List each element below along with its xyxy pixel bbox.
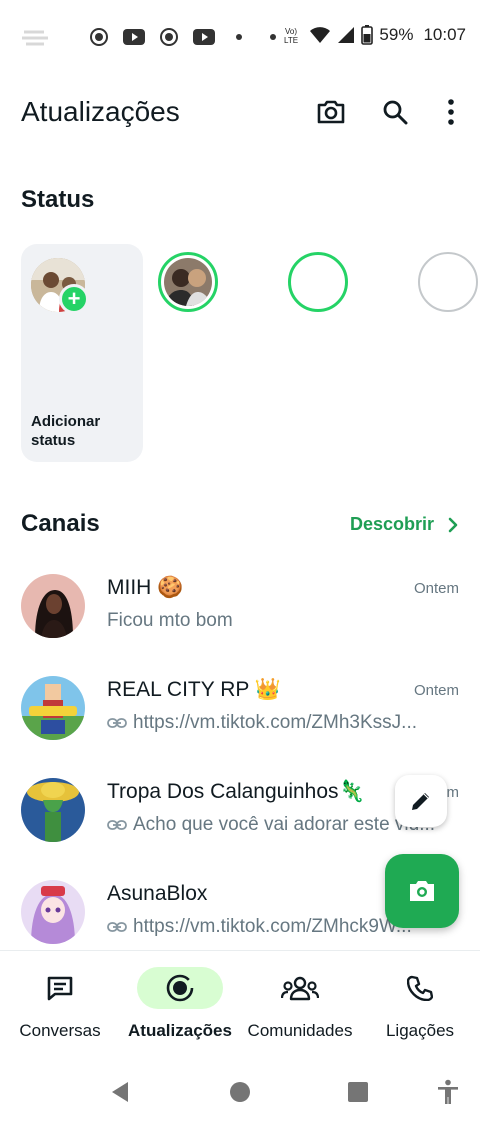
volte-icon: Vo)LTE xyxy=(284,27,298,45)
back-icon[interactable] xyxy=(106,1078,134,1106)
battery-level: 59% xyxy=(379,25,414,44)
top-app-bar: Atualizações xyxy=(0,88,480,136)
discover-label: Descobrir xyxy=(349,514,434,534)
channels-section-title: Canais xyxy=(21,510,100,537)
svg-text:Vo): Vo) xyxy=(285,27,297,36)
app-logo-icon xyxy=(20,26,76,48)
link-icon xyxy=(107,820,127,830)
record-icon xyxy=(90,28,108,46)
system-navigation xyxy=(0,1060,480,1122)
my-status-card[interactable]: + Adicionar status xyxy=(21,244,143,462)
edit-status-button[interactable] xyxy=(395,775,447,827)
updates-icon xyxy=(137,967,223,1009)
bottom-navigation: Conversas Atualizações Comunidades Ligaç… xyxy=(0,950,480,1060)
wifi-icon xyxy=(310,27,331,43)
signal-icon xyxy=(338,27,355,43)
svg-text:LTE: LTE xyxy=(284,36,298,45)
avatar xyxy=(21,676,85,740)
tab-communities[interactable]: Comunidades xyxy=(240,967,360,1041)
link-icon xyxy=(107,718,127,728)
tab-label: Comunidades xyxy=(247,1021,353,1040)
battery-icon xyxy=(361,25,374,45)
communities-icon xyxy=(257,967,343,1009)
avatar xyxy=(294,258,342,306)
tab-label: Atualizações xyxy=(128,1021,232,1040)
status-section-title: Status xyxy=(21,186,95,213)
youtube-icon xyxy=(193,29,215,45)
status-avatar[interactable] xyxy=(158,252,218,312)
link-icon xyxy=(107,922,127,932)
avatar xyxy=(164,258,212,306)
avatar xyxy=(21,880,85,944)
accessibility-icon[interactable] xyxy=(434,1078,462,1106)
channel-item[interactable]: MIIH 🍪 Ontem Ficou mto bom xyxy=(0,570,480,666)
home-icon[interactable] xyxy=(226,1078,254,1106)
notification-icons xyxy=(88,26,284,48)
more-vert-icon[interactable] xyxy=(435,96,467,128)
channel-time: Ontem xyxy=(413,580,459,597)
dot-icon xyxy=(236,34,242,40)
camera-status-button[interactable] xyxy=(385,854,459,928)
add-status-label: Adicionar status xyxy=(31,413,101,449)
channel-name: AsunaBlox xyxy=(107,882,208,905)
dot-icon xyxy=(270,34,276,40)
pencil-icon xyxy=(412,793,429,810)
discover-button[interactable]: Descobrir xyxy=(350,514,458,535)
youtube-icon xyxy=(123,29,145,45)
tab-updates[interactable]: Atualizações xyxy=(120,967,240,1041)
chats-icon xyxy=(17,967,103,1009)
page-title: Atualizações xyxy=(21,96,180,127)
tab-calls[interactable]: Ligações xyxy=(360,967,480,1041)
avatar xyxy=(21,778,85,842)
channel-message: https://vm.tiktok.com/ZMh3KssJ... xyxy=(107,712,457,734)
clock: 10:07 xyxy=(423,25,466,44)
avatar xyxy=(21,574,85,638)
channel-item[interactable]: REAL CITY RP 👑 Ontem https://vm.tiktok.c… xyxy=(0,672,480,768)
channel-name: MIIH 🍪 xyxy=(107,576,184,599)
channel-time: Ontem xyxy=(413,682,459,699)
avatar xyxy=(423,257,473,307)
phone-icon xyxy=(377,967,463,1009)
channel-name: Tropa Dos Calanguinhos🦎 xyxy=(107,780,365,803)
status-avatar[interactable] xyxy=(288,252,348,312)
camera-icon[interactable] xyxy=(315,96,347,128)
tab-label: Conversas xyxy=(19,1021,101,1040)
tab-chats[interactable]: Conversas xyxy=(0,967,120,1041)
channel-name: REAL CITY RP 👑 xyxy=(107,678,281,701)
chevron-right-icon xyxy=(448,517,458,532)
record-icon xyxy=(160,28,178,46)
status-avatar[interactable] xyxy=(418,252,478,312)
status-bar: Vo) LTE 59% 10:07 xyxy=(0,0,480,72)
channel-message: Ficou mto bom xyxy=(107,610,233,631)
search-icon[interactable] xyxy=(379,96,411,128)
tab-label: Ligações xyxy=(385,1021,455,1040)
camera-icon xyxy=(410,881,434,901)
channel-time: m xyxy=(446,784,460,801)
recents-icon[interactable] xyxy=(344,1078,372,1106)
add-status-icon[interactable]: + xyxy=(59,284,89,314)
